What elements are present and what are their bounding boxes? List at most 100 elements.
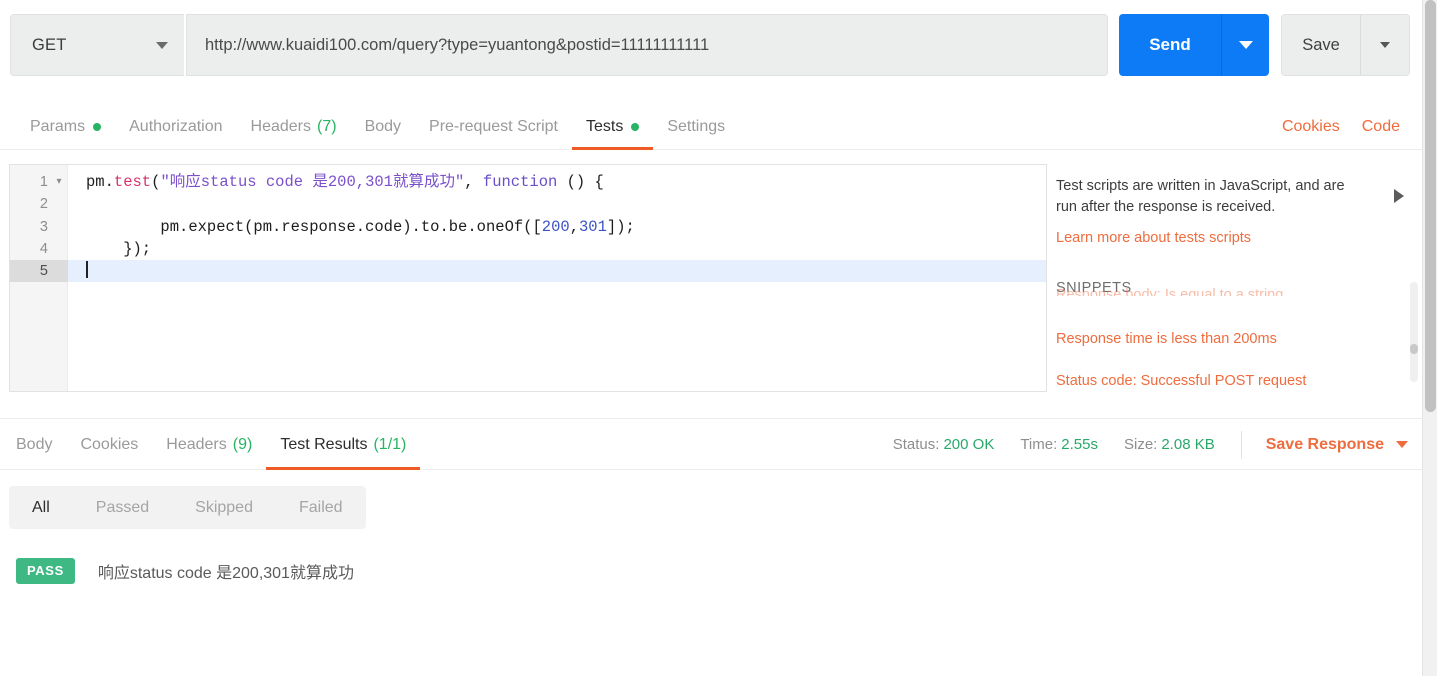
snippets-panel: Test scripts are written in JavaScript, … [1056, 164, 1422, 392]
http-method-selector[interactable]: GET [10, 14, 184, 76]
code-token: ]); [606, 217, 635, 236]
tab-label: Params [30, 117, 86, 135]
test-result-filters: All Passed Skipped Failed [9, 486, 366, 529]
tab-bar-actions: Cookies Code [1260, 104, 1422, 149]
code-link[interactable]: Code [1362, 118, 1400, 136]
time-meta: Time: 2.55s [1020, 436, 1098, 453]
tab-count: (7) [317, 117, 337, 135]
snippet-item-status-code[interactable]: Status code: Successful POST request [1056, 373, 1422, 389]
test-result-row: PASS 响应status code 是200,301就算成功 [16, 558, 354, 584]
save-response-label: Save Response [1265, 435, 1384, 453]
filter-skipped[interactable]: Skipped [172, 486, 276, 529]
tab-settings[interactable]: Settings [653, 104, 739, 149]
line-number: 3 [39, 218, 48, 235]
tab-label: Authorization [129, 117, 223, 135]
snippet-item-response-time[interactable]: Response time is less than 200ms [1056, 331, 1422, 347]
code-token: , [569, 217, 579, 236]
send-options-button[interactable] [1221, 14, 1269, 76]
response-tab-body[interactable]: Body [2, 419, 66, 470]
snippets-scrollbar-thumb[interactable] [1410, 344, 1418, 354]
tab-label: Test Results [280, 435, 368, 453]
text-cursor [86, 261, 88, 279]
filter-all[interactable]: All [9, 486, 73, 529]
response-meta: Status: 200 OK Time: 2.55s Size: 2.08 KB Sa… [867, 419, 1422, 470]
code-token: pm. [86, 173, 114, 191]
snippets-scrollbar[interactable] [1410, 282, 1418, 382]
save-options-button[interactable] [1360, 15, 1409, 75]
chevron-down-icon [1238, 41, 1253, 49]
divider [1240, 430, 1242, 459]
tab-label: Headers [166, 435, 227, 453]
send-button[interactable]: Send [1119, 14, 1221, 76]
expand-panel-arrow-icon[interactable] [1394, 189, 1404, 203]
tab-label: Body [364, 117, 402, 135]
code-token: function [482, 173, 558, 191]
code-line: 3 pm.expect(pm.response.code).to.be.oneO… [10, 216, 1046, 238]
line-number: 2 [39, 196, 48, 213]
tab-label: Settings [667, 117, 726, 135]
code-token: () { [557, 173, 604, 191]
tab-authorization[interactable]: Authorization [115, 104, 236, 149]
tab-label: Tests [585, 117, 624, 135]
code-line: 4 }); [10, 238, 1046, 260]
code-line-active: 5 [10, 260, 1046, 283]
learn-more-link[interactable]: Learn more about tests scripts [1056, 230, 1422, 246]
tab-count: (9) [232, 435, 253, 453]
tab-params[interactable]: Params [16, 104, 115, 149]
test-result-name: 响应status code 是200,301就算成功 [97, 565, 354, 582]
code-fold-icon[interactable]: ▾ [53, 171, 65, 193]
save-response-button[interactable]: Save Response [1266, 436, 1408, 454]
filter-failed[interactable]: Failed [276, 486, 366, 529]
send-button-group: Send [1119, 14, 1269, 76]
save-button[interactable]: Save [1282, 15, 1360, 75]
snippets-description: Test scripts are written in JavaScript, … [1056, 178, 1345, 216]
code-token: test [113, 173, 152, 191]
code-line: 1 ▾ pm.test("响应status code 是200,301就算成功"… [10, 171, 1046, 193]
tab-label: Body [16, 435, 53, 453]
tab-count: (1/1) [373, 435, 407, 453]
tab-label: Pre-request Script [429, 117, 558, 135]
filter-passed[interactable]: Passed [73, 486, 172, 529]
code-line-text: pm.test("响应status code 是200,301就算成功", fu… [68, 171, 604, 193]
code-line-text: pm.expect(pm.response.code).to.be.oneOf(… [68, 216, 635, 238]
tab-label: Cookies [80, 435, 139, 453]
tab-pre-request-script[interactable]: Pre-request Script [415, 104, 572, 149]
tab-label: Headers [250, 117, 311, 135]
url-bar: GET http://www.kuaidi100.com/query?type=… [10, 14, 1410, 76]
response-tab-bar: Body Cookies Headers (9) Test Results (1… [0, 418, 1422, 470]
code-token: 301 [579, 217, 607, 236]
response-tab-cookies[interactable]: Cookies [66, 419, 152, 470]
tab-body[interactable]: Body [351, 104, 415, 149]
code-token: pm.expect(pm.response.code).to.be.oneOf(… [86, 217, 542, 236]
status-label: Status: [892, 436, 940, 453]
unsaved-dot-icon [631, 122, 640, 131]
tab-tests[interactable]: Tests [571, 104, 654, 150]
unsaved-dot-icon [93, 122, 102, 131]
status-badge: PASS [16, 558, 75, 584]
url-input[interactable]: http://www.kuaidi100.com/query?type=yuan… [186, 14, 1108, 76]
time-label: Time: [1020, 436, 1058, 453]
save-button-group: Save [1281, 14, 1410, 76]
code-line-text: }); [86, 239, 152, 258]
page-scrollbar-thumb[interactable] [1425, 0, 1436, 412]
code-line: 2 [10, 193, 1046, 215]
size-meta: Size: 2.08 KB [1124, 436, 1215, 453]
request-workspace: GET http://www.kuaidi100.com/query?type=… [0, 0, 1422, 676]
page-scrollbar[interactable] [1422, 0, 1437, 676]
postman-app: GET http://www.kuaidi100.com/query?type=… [0, 0, 1437, 676]
chevron-down-icon [1396, 441, 1408, 448]
size-label: Size: [1123, 436, 1158, 453]
cookies-link[interactable]: Cookies [1282, 118, 1340, 136]
chevron-down-icon [1380, 42, 1390, 48]
http-method-label: GET [32, 35, 67, 54]
tests-script-editor[interactable]: 1 ▾ pm.test("响应status code 是200,301就算成功"… [9, 164, 1047, 392]
request-tab-bar: Params Authorization Headers (7) Body Pr… [0, 104, 1422, 150]
code-token: , [464, 173, 483, 191]
status-value: 200 OK [943, 436, 995, 453]
snippet-item-clipped[interactable]: Response body: Is equal to a string [1056, 287, 1422, 296]
status-meta: Status: 200 OK [893, 436, 995, 453]
response-tab-headers[interactable]: Headers (9) [152, 419, 266, 470]
response-tab-test-results[interactable]: Test Results (1/1) [266, 419, 421, 470]
tab-headers[interactable]: Headers (7) [237, 104, 351, 149]
